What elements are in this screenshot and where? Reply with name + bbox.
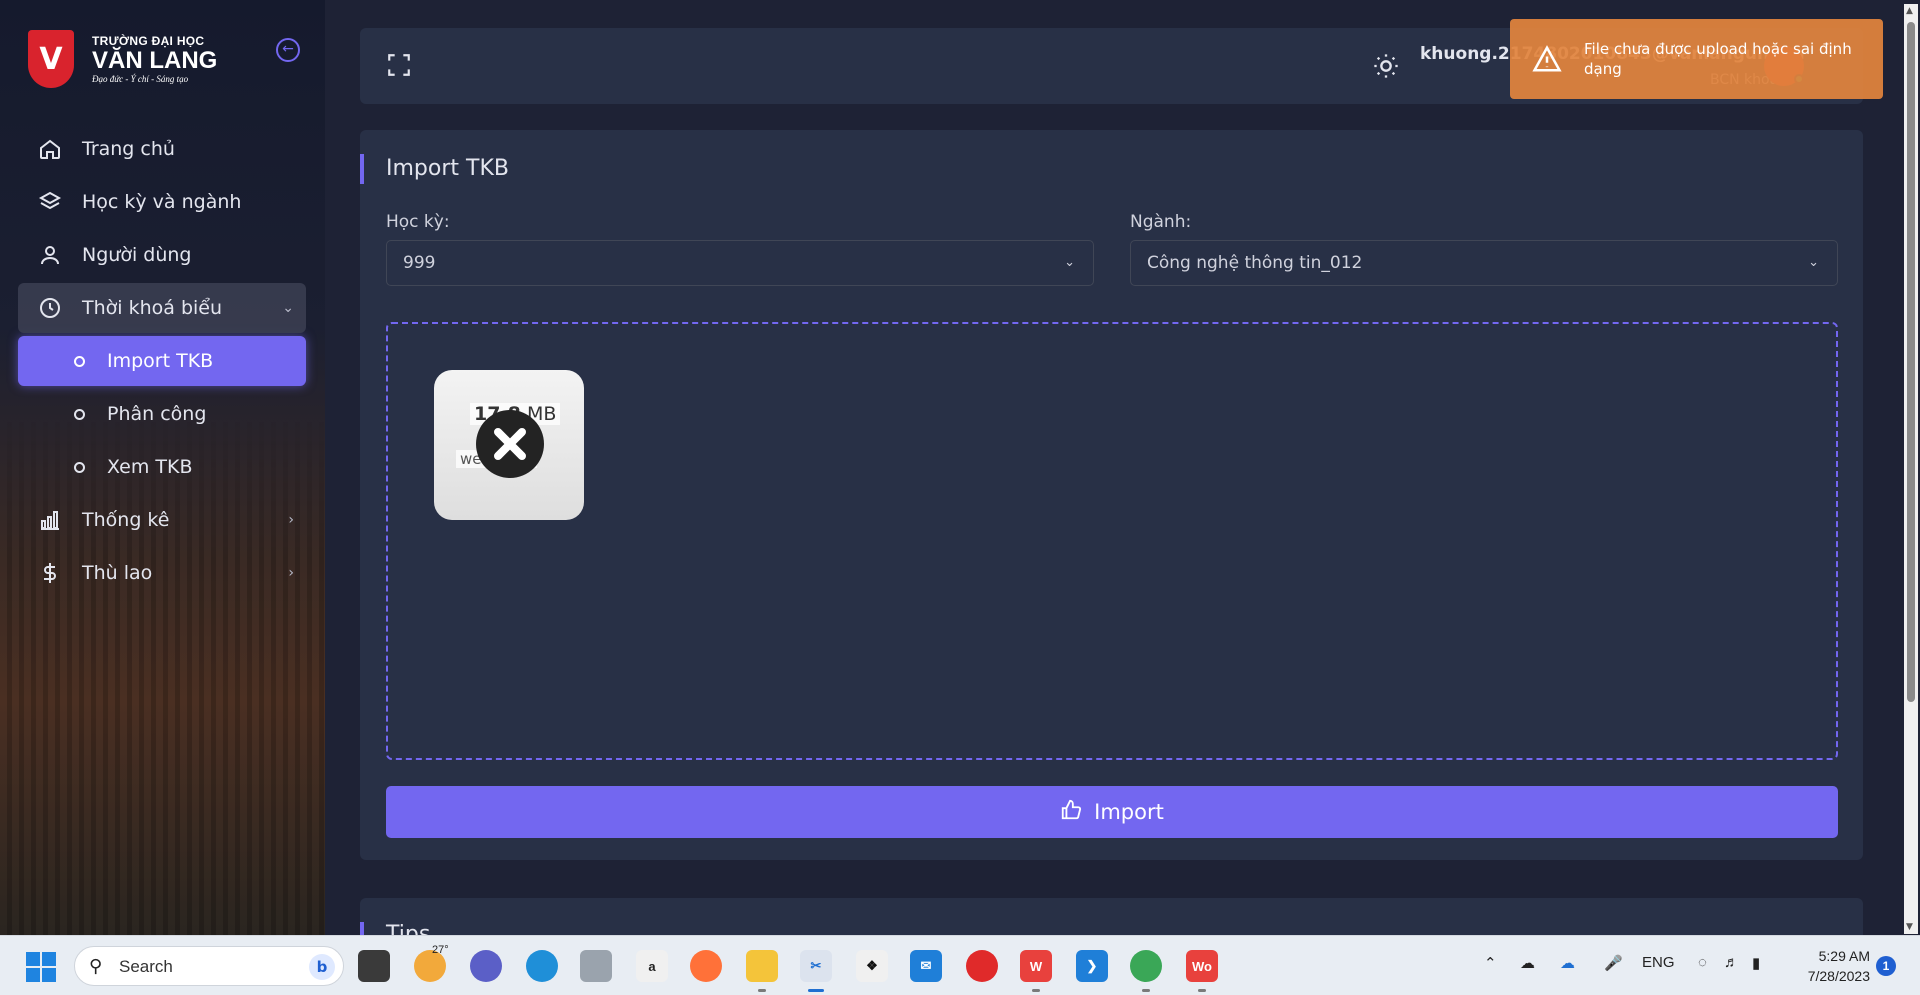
sidebar-item-users[interactable]: Người dùng [18, 230, 306, 280]
task-view-icon[interactable] [358, 950, 390, 982]
clock-date: 7/28/2023 [1807, 968, 1870, 984]
weather-temperature: 27° [432, 944, 449, 956]
brand-name: VĂN LANG [92, 47, 218, 74]
dropbox-icon[interactable]: ❖ [856, 950, 888, 982]
notification-badge[interactable]: 1 [1876, 956, 1896, 976]
taskbar-search[interactable]: ⚲ Search b [74, 946, 344, 986]
battery-icon[interactable]: ▮ [1752, 954, 1760, 972]
semester-select[interactable]: 999 ⌄ [386, 240, 1094, 286]
university-logo-icon: V [28, 30, 74, 88]
wps-writer-icon[interactable]: W [1020, 950, 1052, 992]
sidebar: V TRƯỜNG ĐẠI HỌC VĂN LANG Đạo đức - Ý ch… [0, 0, 325, 935]
warning-icon [1532, 44, 1562, 74]
home-icon [36, 135, 64, 163]
wps-office-icon[interactable]: Wo [1186, 950, 1218, 992]
semester-select-value: 999 [403, 253, 436, 273]
fullscreen-icon[interactable] [386, 52, 412, 78]
sidebar-item-semesters[interactable]: Học kỳ và ngành [18, 177, 306, 227]
collapse-sidebar-icon[interactable]: ← [276, 38, 300, 62]
thumbs-up-icon [1060, 799, 1082, 826]
user-icon [36, 241, 64, 269]
sidebar-item-timetable[interactable]: Thời khoá biểu ⌄ [18, 283, 306, 333]
clock-time: 5:29 AM [1818, 948, 1870, 964]
teams-chat-icon[interactable] [470, 950, 502, 982]
windows-start-icon[interactable] [26, 952, 56, 982]
taskbar-search-placeholder: Search [119, 957, 173, 976]
sidebar-subitem-label: Import TKB [107, 350, 214, 372]
bar-chart-icon [36, 506, 64, 534]
import-button[interactable]: Import [386, 786, 1838, 838]
file-explorer-icon[interactable] [746, 950, 778, 992]
semester-label: Học kỳ: [386, 212, 450, 232]
sidebar-subitem-view-tkb[interactable]: Xem TKB [18, 442, 306, 492]
chevron-down-icon: ⌄ [1808, 255, 1819, 270]
import-card: Import TKB Học kỳ: 999 ⌄ Ngành: Công ngh… [360, 130, 1863, 860]
scroll-up-icon[interactable]: ▲ [1906, 6, 1913, 16]
circle-icon [74, 461, 85, 473]
sidebar-item-label: Thống kê [82, 509, 170, 531]
brand-top-text: TRƯỜNG ĐẠI HỌC [92, 34, 205, 48]
firefox-icon[interactable] [690, 950, 722, 982]
app-red-icon[interactable] [966, 950, 998, 982]
toast-message: File chưa được upload hoặc sai định dạng [1584, 40, 1852, 78]
snip-tool-icon[interactable]: ✂ [800, 950, 832, 992]
sidebar-item-label: Thời khoá biểu [82, 297, 223, 319]
brand-logo[interactable]: V TRƯỜNG ĐẠI HỌC VĂN LANG Đạo đức - Ý ch… [28, 30, 217, 88]
chevron-down-icon: ⌄ [282, 300, 294, 316]
file-dropzone[interactable]: 17.8 MB we..._tb... [386, 322, 1838, 760]
bing-icon[interactable]: b [309, 954, 335, 980]
chevron-right-icon: › [288, 512, 294, 528]
taskbar-clock[interactable]: 5:29 AM 7/28/2023 [1790, 946, 1870, 986]
dollar-icon [36, 559, 64, 587]
search-icon: ⚲ [89, 956, 103, 977]
volume-icon[interactable]: ♬ [1724, 954, 1739, 971]
cloud-sync-icon[interactable]: ☁ [1560, 954, 1575, 972]
layers-icon [36, 188, 64, 216]
page-scrollbar[interactable]: ▲ ▼ [1904, 4, 1918, 934]
chrome-icon[interactable] [1130, 950, 1162, 992]
onedrive-icon[interactable]: ☁ [1520, 954, 1535, 972]
sidebar-item-label: Học kỳ và ngành [82, 191, 242, 213]
sidebar-subitem-label: Xem TKB [107, 456, 193, 478]
sidebar-item-label: Trang chủ [82, 138, 175, 160]
sun-icon[interactable] [1372, 52, 1400, 80]
language-indicator[interactable]: ENG [1642, 954, 1675, 971]
sidebar-subitem-label: Phân công [107, 403, 207, 425]
mail-icon[interactable]: ✉ [910, 950, 942, 982]
microphone-icon[interactable]: 🎤 [1604, 954, 1623, 972]
remove-file-icon[interactable] [476, 410, 544, 478]
sidebar-nav: Trang chủ Học kỳ và ngành Người dùng Thờ… [18, 124, 306, 601]
windows-taskbar: ⚲ Search b 27° a ✂ ❖ ✉ W ❯ Wo ⌃ ☁ ☁ 🎤 EN… [0, 935, 1920, 995]
major-select-value: Công nghệ thông tin_012 [1147, 253, 1363, 273]
sidebar-item-label: Thù lao [82, 562, 153, 584]
sidebar-item-label: Người dùng [82, 244, 192, 266]
chevron-up-icon[interactable]: ⌃ [1484, 954, 1497, 972]
major-label: Ngành: [1130, 212, 1192, 232]
wifi-icon[interactable]: ◌ [1698, 954, 1707, 971]
sidebar-item-home[interactable]: Trang chủ [18, 124, 306, 174]
scroll-down-icon[interactable]: ▼ [1906, 922, 1913, 932]
circle-icon [74, 355, 85, 367]
clock-icon [36, 294, 64, 322]
error-toast[interactable]: File chưa được upload hoặc sai định dạng [1510, 19, 1883, 99]
chevron-down-icon: ⌄ [1064, 255, 1075, 270]
snipping-icon[interactable] [580, 950, 612, 982]
sidebar-subitem-import-tkb[interactable]: Import TKB [18, 336, 306, 386]
edge-icon[interactable] [526, 950, 558, 982]
brand-slogan: Đạo đức - Ý chí - Sáng tạo [92, 74, 189, 84]
amazon-icon[interactable]: a [636, 950, 668, 982]
sidebar-item-statistics[interactable]: Thống kê › [18, 495, 306, 545]
sidebar-item-payment[interactable]: Thù lao › [18, 548, 306, 598]
sidebar-subitem-assignment[interactable]: Phân công [18, 389, 306, 439]
chevron-right-icon: › [288, 565, 294, 581]
circle-icon [74, 408, 85, 420]
vscode-icon[interactable]: ❯ [1076, 950, 1108, 982]
page-title: Import TKB [360, 154, 509, 184]
major-select[interactable]: Công nghệ thông tin_012 ⌄ [1130, 240, 1838, 286]
file-preview: 17.8 MB we..._tb... [434, 370, 584, 520]
scrollbar-thumb[interactable] [1907, 22, 1915, 702]
import-button-label: Import [1094, 800, 1164, 824]
